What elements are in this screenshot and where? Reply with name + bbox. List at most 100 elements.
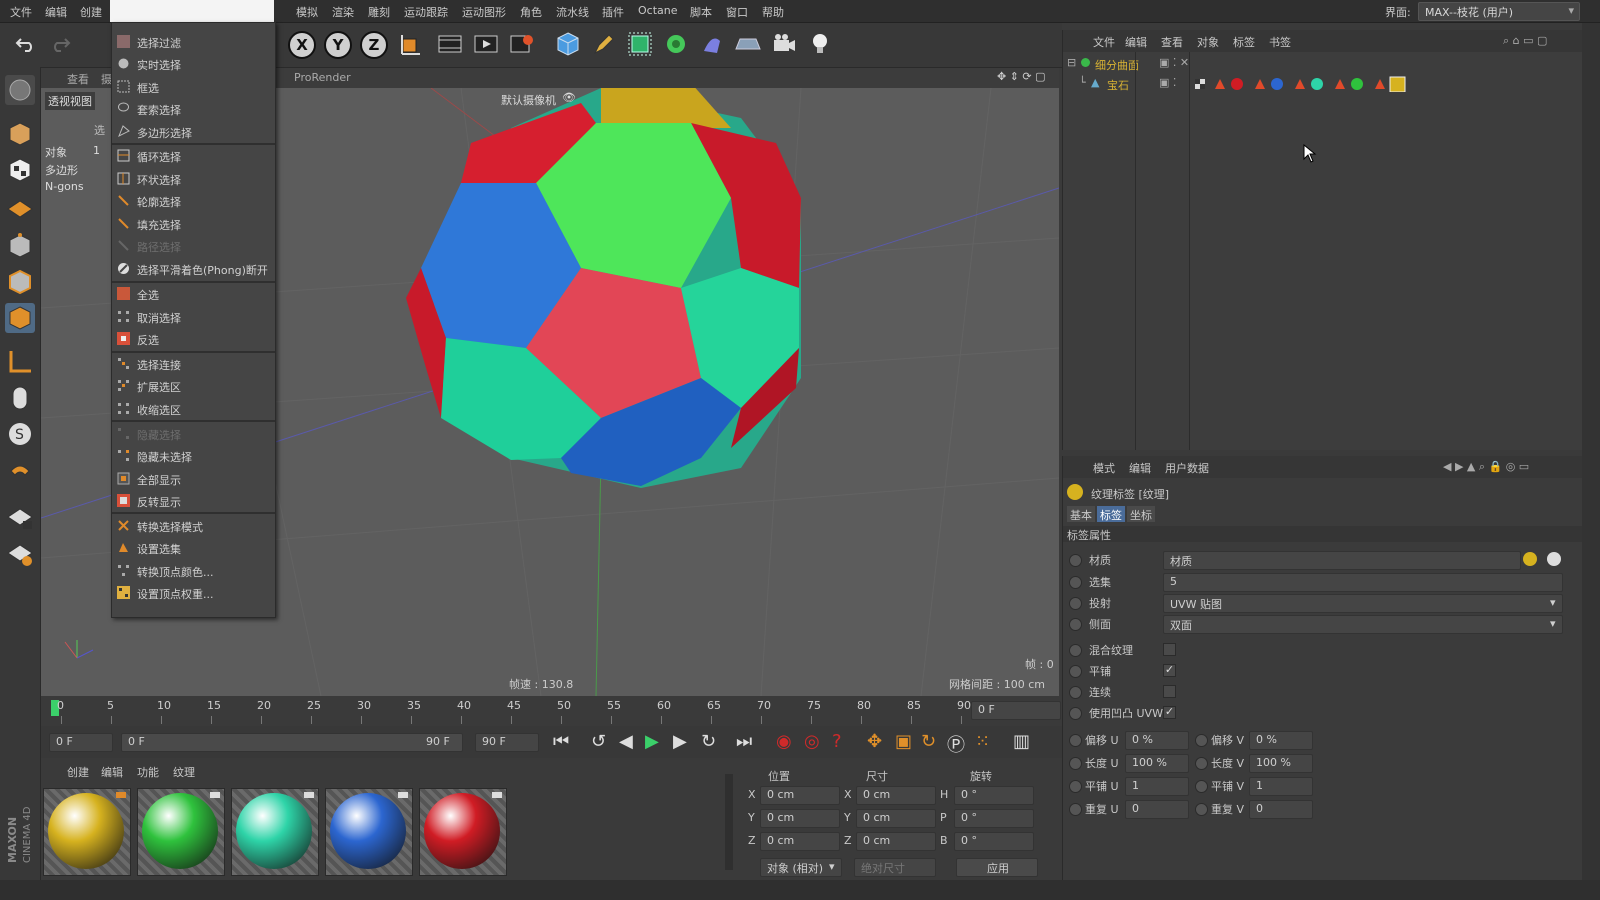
- size-mode-select[interactable]: 绝对尺寸: [854, 858, 936, 877]
- offset-v-radio[interactable]: [1195, 734, 1208, 747]
- range-slider[interactable]: 0 F 90 F: [121, 733, 463, 752]
- menu-item-hide-unselected[interactable]: 隐藏未选择: [112, 445, 275, 467]
- length-v-field[interactable]: 100 %: [1249, 754, 1313, 773]
- material-radio[interactable]: [1069, 554, 1082, 567]
- menu-item-grow-selection[interactable]: 扩展选区: [112, 375, 275, 397]
- viewport-nav-icons[interactable]: ✥ ⇕ ⟳ ▢: [997, 70, 1046, 83]
- undo-button[interactable]: [12, 29, 40, 59]
- snap-button[interactable]: S: [5, 419, 35, 449]
- menu-item-shrink-selection[interactable]: 收缩选区: [112, 398, 275, 420]
- position-field[interactable]: 0 cm: [760, 832, 840, 851]
- size-field[interactable]: 0 cm: [856, 809, 936, 828]
- menu-item-outline-select[interactable]: 轮廓选择: [112, 190, 275, 212]
- menu-help[interactable]: 帮助: [762, 4, 784, 20]
- z-axis-lock-button[interactable]: Z: [360, 31, 388, 59]
- material-swatch[interactable]: [43, 788, 131, 876]
- subdivision-button[interactable]: [626, 29, 654, 59]
- object-row-subdivision[interactable]: ⊟ 细分曲面: [1067, 56, 1142, 72]
- cube-button[interactable]: [554, 29, 582, 59]
- menu-pipeline[interactable]: 流水线: [556, 4, 589, 20]
- menu-item-live-select[interactable]: 实时选择: [112, 53, 275, 75]
- mograph-cloner-button[interactable]: [662, 29, 690, 59]
- step-back-icon[interactable]: ◀: [619, 731, 633, 752]
- seamless-checkbox[interactable]: [1163, 685, 1176, 698]
- offset-u-field[interactable]: 0 %: [1125, 731, 1189, 750]
- step-forward-icon[interactable]: ▶: [673, 731, 687, 752]
- menu-item-select-connected[interactable]: 选择连接: [112, 353, 275, 375]
- rotation-field[interactable]: 0 °: [954, 832, 1034, 851]
- right-side-tabs[interactable]: [1582, 23, 1600, 880]
- menu-item-loop-select[interactable]: 循环选择: [112, 145, 275, 167]
- selection-radio[interactable]: [1069, 576, 1082, 589]
- om-menu-tags[interactable]: 标签: [1233, 34, 1255, 50]
- repeat-u-radio[interactable]: [1069, 803, 1082, 816]
- light-button[interactable]: [806, 29, 834, 59]
- menu-item-set-vertex-weight[interactable]: 设置顶点权重...: [112, 582, 275, 604]
- end-frame-field[interactable]: 90 F: [475, 733, 539, 752]
- layout-select[interactable]: MAX--枝花 (用户) ▾: [1418, 2, 1580, 21]
- timeline-ruler[interactable]: 0 5 10 15 20 25 30 35 40 45 50 55 60 65 70 75 80 85 90 0 F: [41, 696, 1062, 726]
- menu-simulate[interactable]: 模拟: [296, 4, 318, 20]
- length-u-field[interactable]: 100 %: [1125, 754, 1189, 773]
- mm-menu-edit[interactable]: 编辑: [101, 764, 123, 780]
- side-select[interactable]: 双面 ▾: [1163, 615, 1563, 634]
- tile-u-radio[interactable]: [1069, 780, 1082, 793]
- rotation-field[interactable]: 0 °: [954, 809, 1034, 828]
- om-menu-file[interactable]: 文件: [1093, 34, 1115, 50]
- menu-edit[interactable]: 编辑: [45, 4, 67, 20]
- repeat-v-radio[interactable]: [1195, 803, 1208, 816]
- y-axis-lock-button[interactable]: Y: [324, 31, 352, 59]
- texture-mode-button[interactable]: [5, 155, 35, 185]
- am-nav-icons[interactable]: ◀ ▶ ▲ ⌕ 🔒 ◎ ▭: [1443, 460, 1529, 474]
- tile-v-radio[interactable]: [1195, 780, 1208, 793]
- menu-script[interactable]: 脚本: [690, 4, 712, 20]
- redo-button[interactable]: [46, 29, 74, 59]
- coordinate-system-button[interactable]: [396, 29, 424, 59]
- viewport-tab-prorender[interactable]: ProRender: [294, 71, 351, 84]
- rotate-key-icon[interactable]: ↻: [921, 731, 936, 752]
- length-u-radio[interactable]: [1069, 757, 1082, 770]
- expand-icon[interactable]: ⊟: [1067, 56, 1076, 69]
- render-view-button[interactable]: [436, 29, 464, 59]
- menu-item-lasso-select[interactable]: 套索选择: [112, 98, 275, 120]
- model-mode-button[interactable]: [5, 119, 35, 149]
- x-axis-lock-button[interactable]: X: [288, 31, 316, 59]
- menu-item-polygon-select[interactable]: 多边形选择: [112, 121, 275, 143]
- axis-mode-button[interactable]: [5, 347, 35, 377]
- menu-item-convert-selection[interactable]: 转换选择模式: [112, 515, 275, 537]
- menu-motion-tracking[interactable]: 运动跟踪: [404, 4, 448, 20]
- am-tab-basic[interactable]: 基本: [1067, 506, 1095, 522]
- prev-key-icon[interactable]: ↺: [591, 731, 606, 752]
- am-menu-mode[interactable]: 模式: [1093, 460, 1115, 476]
- menu-item-unhide-all[interactable]: 全部显示: [112, 468, 275, 490]
- bump-uvw-checkbox[interactable]: ✓: [1163, 706, 1176, 719]
- mm-menu-create[interactable]: 创建: [67, 764, 89, 780]
- render-picture-viewer-button[interactable]: [472, 29, 500, 59]
- projection-radio[interactable]: [1069, 597, 1082, 610]
- floor-button[interactable]: [734, 29, 762, 59]
- offset-v-field[interactable]: 0 %: [1249, 731, 1313, 750]
- tile-radio[interactable]: [1069, 665, 1082, 678]
- make-editable-button[interactable]: [5, 75, 35, 105]
- play-icon[interactable]: ▶: [645, 731, 659, 752]
- material-pick-icon[interactable]: [1547, 552, 1561, 566]
- menu-item-fill-select[interactable]: 填充选择: [112, 213, 275, 235]
- menu-plugins[interactable]: 插件: [602, 4, 624, 20]
- start-frame-field[interactable]: 0 F: [49, 733, 113, 752]
- pla-key-icon[interactable]: ⁙: [975, 731, 990, 752]
- menu-window[interactable]: 窗口: [726, 4, 748, 20]
- mm-menu-texture[interactable]: 纹理: [173, 764, 195, 780]
- material-swatch[interactable]: [231, 788, 319, 876]
- repeat-v-field[interactable]: 0: [1249, 800, 1313, 819]
- goto-start-icon[interactable]: ⏮: [553, 731, 569, 752]
- menu-file[interactable]: 文件: [10, 4, 32, 20]
- size-field[interactable]: 0 cm: [856, 786, 936, 805]
- material-scrollbar[interactable]: [725, 774, 733, 870]
- object-row-gem[interactable]: └ ▲ 宝石: [1079, 76, 1154, 92]
- viewport-tab-view[interactable]: 查看: [67, 71, 89, 87]
- tile-v-field[interactable]: 1: [1249, 777, 1313, 796]
- position-field[interactable]: 0 cm: [760, 809, 840, 828]
- material-field[interactable]: 材质: [1163, 551, 1521, 570]
- visibility-toggle[interactable]: ▣ ⁚: [1159, 76, 1176, 89]
- workplane-button[interactable]: [5, 191, 35, 221]
